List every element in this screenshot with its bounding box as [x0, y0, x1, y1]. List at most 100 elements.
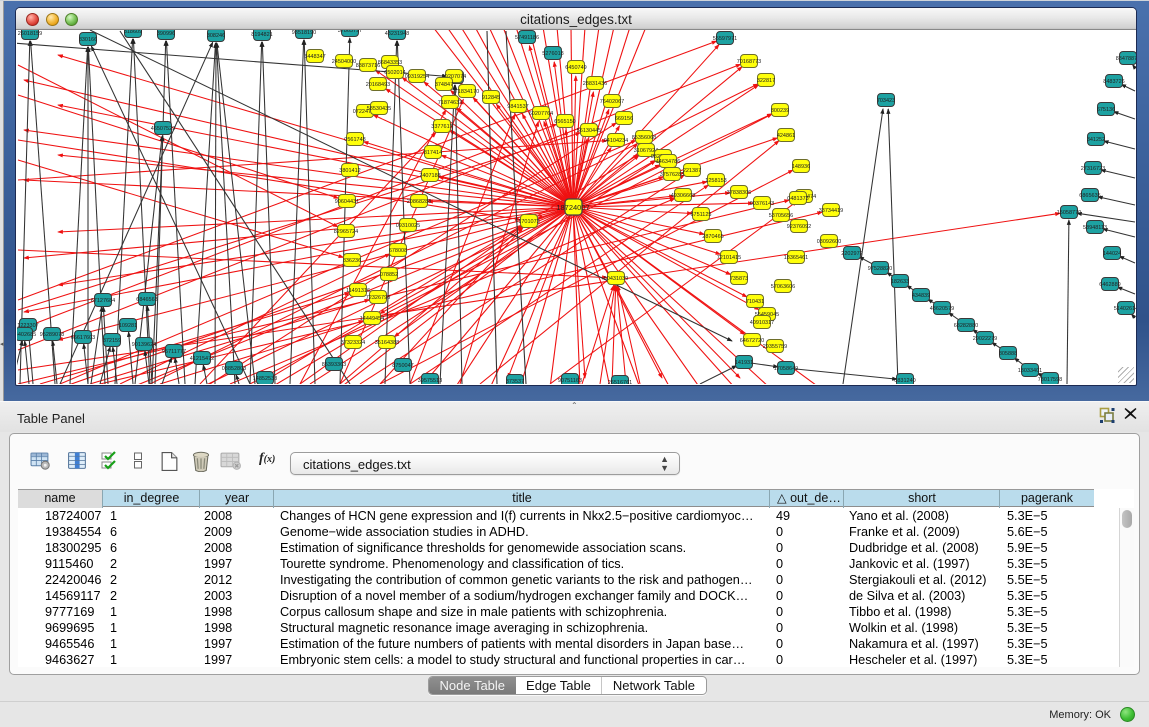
svg-text:6462889: 6462889: [1099, 282, 1120, 288]
svg-text:182633: 182633: [891, 279, 909, 285]
svg-text:03852808: 03852808: [222, 366, 246, 372]
svg-text:76402067: 76402067: [600, 99, 624, 105]
svg-text:33734419: 33734419: [819, 208, 843, 214]
svg-text:35164388: 35164388: [375, 340, 399, 346]
svg-text:44634786: 44634786: [656, 159, 680, 165]
svg-text:26018159: 26018159: [18, 31, 42, 37]
svg-text:3448347: 3448347: [304, 54, 325, 60]
svg-text:17058649: 17058649: [774, 366, 798, 372]
svg-text:04104234: 04104234: [604, 138, 628, 144]
svg-text:55597971: 55597971: [713, 36, 737, 42]
svg-text:912845: 912845: [482, 95, 500, 101]
svg-text:68282880: 68282880: [954, 323, 978, 329]
svg-text:37323324: 37323324: [341, 340, 365, 346]
svg-text:58948113: 58948113: [1083, 225, 1107, 231]
svg-text:72101415: 72101415: [717, 255, 741, 261]
svg-text:669156: 669156: [615, 116, 633, 122]
svg-text:64672720: 64672720: [740, 338, 764, 344]
svg-text:6751125: 6751125: [690, 212, 711, 218]
svg-text:95289078: 95289078: [40, 332, 64, 338]
svg-text:0481373: 0481373: [787, 196, 808, 202]
svg-text:93518190: 93518190: [292, 30, 316, 36]
svg-text:78017598: 78017598: [1038, 377, 1062, 383]
svg-text:6502014: 6502014: [384, 70, 405, 76]
svg-text:141931: 141931: [735, 360, 753, 366]
svg-text:60207764: 60207764: [529, 111, 553, 117]
svg-text:67127684: 67127684: [91, 298, 115, 304]
svg-text:703423: 703423: [877, 98, 895, 104]
svg-text:1701073: 1701073: [518, 219, 539, 225]
svg-text:29355759: 29355759: [763, 344, 787, 350]
svg-text:372159: 372159: [103, 338, 121, 344]
svg-text:817414: 817414: [424, 150, 442, 156]
svg-text:09319254: 09319254: [405, 74, 429, 80]
svg-text:37838306: 37838306: [727, 190, 751, 196]
svg-text:18365461: 18365461: [784, 255, 808, 261]
svg-text:24402685: 24402685: [17, 332, 36, 338]
svg-text:2870465: 2870465: [702, 234, 723, 240]
svg-text:24504000: 24504000: [332, 59, 356, 65]
svg-text:374847: 374847: [435, 82, 453, 88]
svg-text:434839: 434839: [912, 293, 930, 299]
svg-text:836236: 836236: [343, 258, 361, 264]
svg-text:51402614: 51402614: [1114, 306, 1136, 312]
svg-text:322817: 322817: [757, 78, 775, 84]
svg-text:83478878: 83478878: [1116, 56, 1136, 62]
svg-text:14449454: 14449454: [360, 316, 384, 322]
svg-text:735873: 735873: [730, 276, 748, 282]
svg-text:95711777: 95711777: [162, 349, 186, 355]
svg-text:800239: 800239: [771, 108, 789, 114]
svg-text:83873716: 83873716: [356, 63, 380, 69]
svg-text:109281: 109281: [119, 323, 137, 329]
svg-text:341252: 341252: [1087, 137, 1105, 143]
svg-text:221387: 221387: [683, 168, 701, 174]
svg-text:805888: 805888: [999, 351, 1017, 357]
svg-text:56130445: 56130445: [577, 128, 601, 134]
svg-text:14852538: 14852538: [253, 376, 277, 382]
svg-text:148936: 148936: [792, 164, 810, 170]
svg-text:90751163: 90751163: [558, 378, 582, 384]
svg-text:48620579: 48620579: [930, 306, 954, 312]
svg-text:6565150: 6565150: [554, 119, 575, 125]
svg-text:0831240: 0831240: [894, 378, 915, 384]
svg-text:85393363: 85393363: [322, 362, 346, 368]
svg-text:15058770: 15058770: [1057, 210, 1081, 216]
svg-text:830166: 830166: [79, 37, 97, 43]
svg-text:71874633: 71874633: [438, 100, 462, 106]
svg-text:373537: 373537: [506, 379, 524, 384]
svg-text:144024: 144024: [1103, 251, 1121, 257]
svg-text:43231948: 43231948: [385, 31, 409, 37]
svg-text:6865635: 6865635: [1079, 193, 1100, 199]
svg-text:40910317: 40910317: [750, 320, 774, 326]
svg-text:710431: 710431: [746, 299, 764, 305]
svg-text:58530435: 58530435: [367, 106, 391, 112]
svg-text:5276018: 5276018: [542, 51, 563, 57]
svg-text:37865797: 37865797: [338, 30, 362, 34]
svg-text:27316723: 27316723: [1081, 166, 1105, 172]
svg-text:424861: 424861: [777, 133, 795, 139]
svg-text:90604431: 90604431: [335, 199, 359, 205]
svg-text:20168493: 20168493: [366, 82, 390, 88]
svg-text:39575513: 39575513: [418, 378, 442, 384]
svg-text:3801412: 3801412: [339, 168, 360, 174]
svg-text:675136: 675136: [1097, 107, 1115, 113]
svg-text:8750047: 8750047: [392, 363, 413, 369]
svg-text:308246: 308246: [207, 33, 225, 39]
svg-text:11491316: 11491316: [346, 288, 370, 294]
svg-text:70168773: 70168773: [737, 59, 761, 65]
svg-text:66617603: 66617603: [71, 335, 95, 341]
svg-text:49306668: 49306668: [671, 193, 695, 199]
svg-text:678008: 678008: [389, 248, 407, 254]
svg-text:18033401: 18033401: [1018, 368, 1042, 374]
svg-text:92376092: 92376092: [787, 224, 811, 230]
svg-text:29022279: 29022279: [973, 336, 997, 342]
svg-text:20868288: 20868288: [407, 199, 431, 205]
svg-text:50431039: 50431039: [604, 276, 628, 282]
svg-text:57491186: 57491186: [515, 35, 539, 41]
svg-text:85356068: 85356068: [632, 135, 656, 141]
svg-text:09310025: 09310025: [396, 223, 420, 229]
svg-text:3377617: 3377617: [431, 124, 452, 130]
svg-text:318609: 318609: [124, 30, 142, 35]
svg-text:46507529: 46507529: [151, 126, 175, 132]
svg-text:2202972: 2202972: [841, 251, 862, 257]
